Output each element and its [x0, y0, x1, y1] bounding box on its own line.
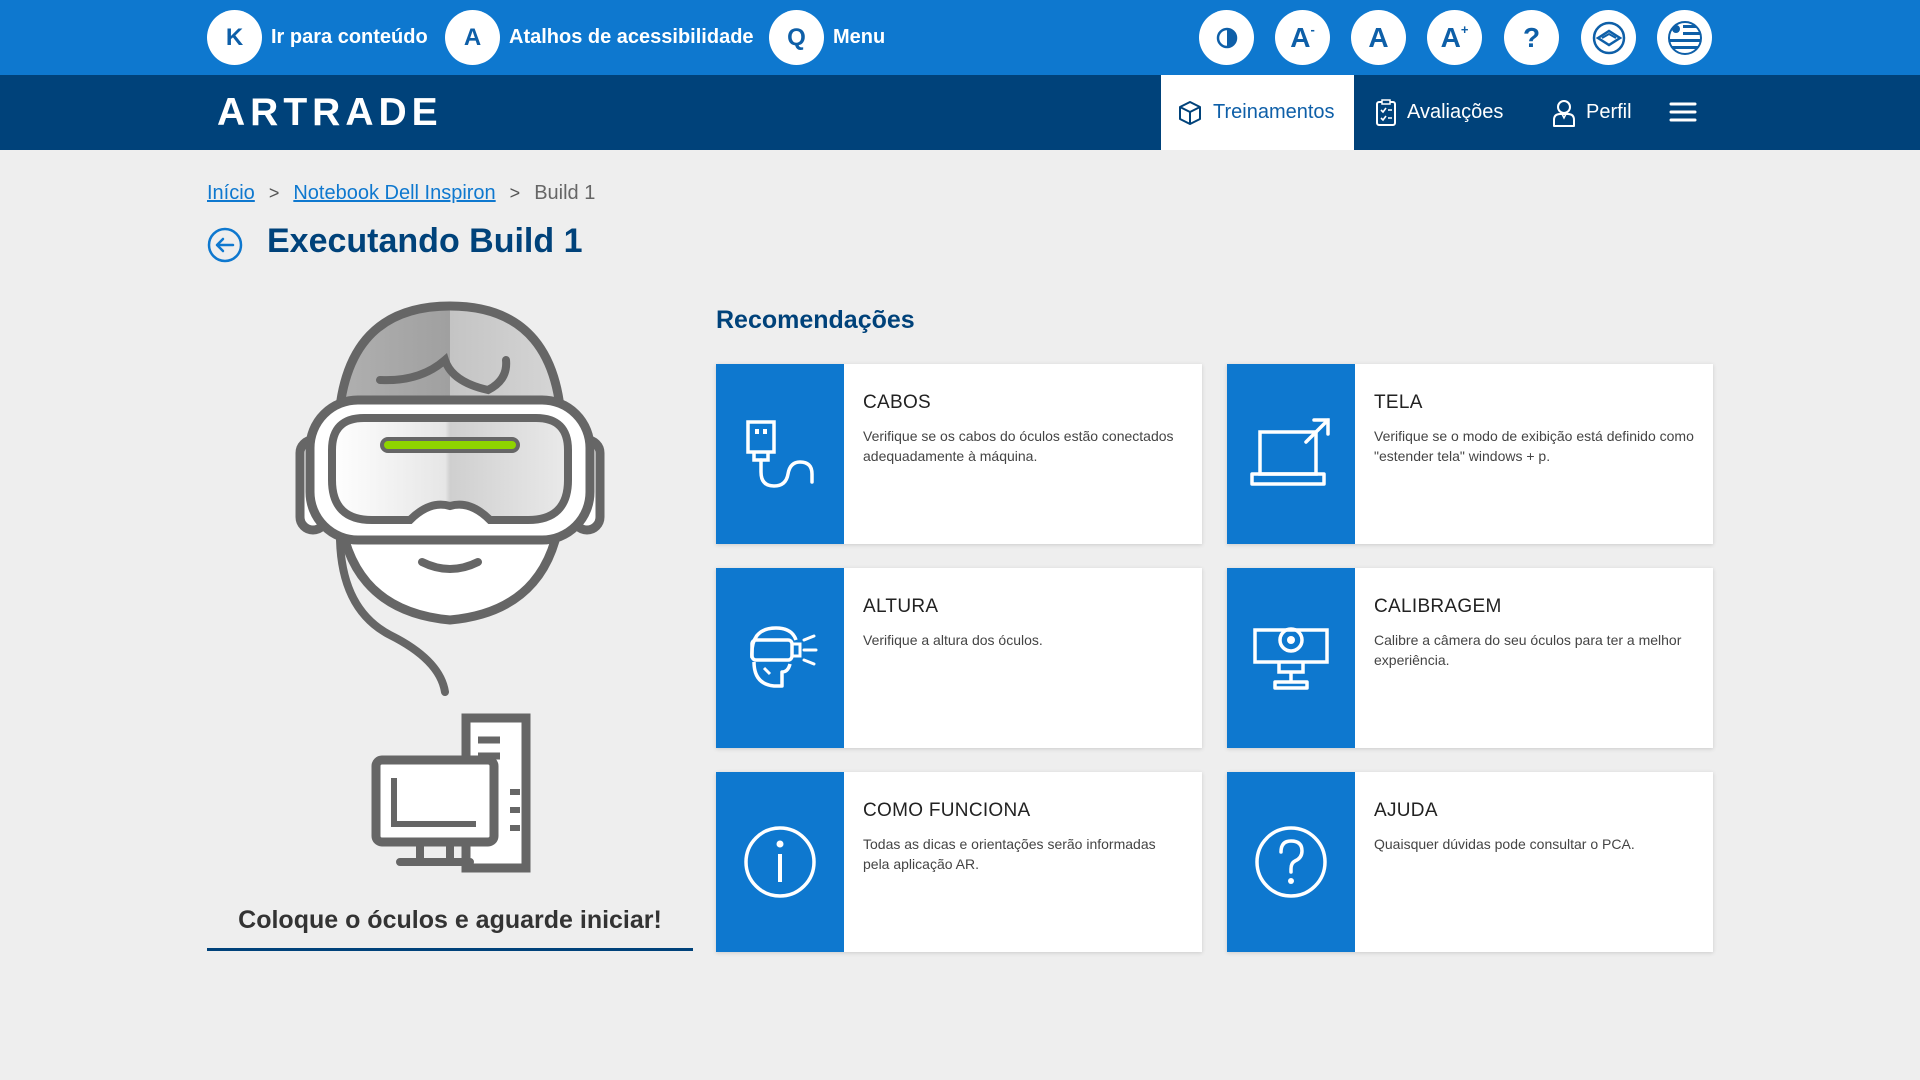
card-text: Verifique se os cabos do óculos estão co… — [863, 428, 1174, 464]
caption-underline — [207, 948, 693, 951]
menu-key: Q — [769, 10, 824, 65]
card-text: Calibre a câmera do seu óculos para ter … — [1374, 632, 1682, 668]
card-icon-box — [716, 568, 844, 748]
accessibility-shortcuts-label: Atalhos de acessibilidade — [509, 26, 754, 48]
contrast-button[interactable] — [1199, 10, 1254, 65]
nav-item-perfil-label: Perfil — [1586, 101, 1632, 123]
card-title: COMO FUNCIONA — [863, 800, 1031, 821]
libras-button[interactable] — [1581, 10, 1636, 65]
contrast-icon — [1216, 27, 1237, 48]
accessibility-bar: K Ir para conteúdo A Atalhos de acessibi… — [0, 0, 1920, 75]
card-text: Quaisquer dúvidas pode consultar o PCA. — [1374, 836, 1635, 852]
breadcrumb-home[interactable]: Início — [207, 182, 255, 205]
breadcrumb-separator: > — [268, 183, 280, 203]
vr-headset-illustration — [295, 301, 605, 873]
info-icon — [744, 826, 816, 898]
help-label: ? — [1522, 21, 1541, 53]
card-ajuda[interactable]: AJUDA Quaisquer dúvidas pode consultar o… — [1227, 772, 1713, 952]
libras-icon — [1592, 21, 1625, 54]
main-navbar: ARTRADE Treinamentos Avaliações Perfil — [0, 75, 1920, 150]
card-icon-box — [1227, 364, 1355, 544]
decrease-font-button[interactable]: A- — [1275, 10, 1330, 65]
card-altura[interactable]: ALTURA Verifique a altura dos óculos. — [716, 568, 1202, 748]
card-title: CALIBRAGEM — [1374, 596, 1502, 617]
flag-uruguay-icon — [1667, 20, 1702, 55]
card-cabos[interactable]: CABOS Verifique se os cabos do óculos es… — [716, 364, 1202, 544]
breadcrumb-current: Build 1 — [534, 182, 596, 204]
card-icon-box — [716, 364, 844, 544]
skip-to-content-key: K — [207, 10, 262, 65]
card-icon-box — [1227, 568, 1355, 748]
card-tela[interactable]: TELA Verifique se o modo de exibição est… — [1227, 364, 1713, 544]
menu-label: Menu — [833, 26, 886, 48]
breadcrumb-separator: > — [509, 183, 521, 203]
card-text: Verifique se o modo de exibição está def… — [1374, 428, 1694, 464]
increase-font-label: A — [1440, 21, 1461, 53]
card-title: ALTURA — [863, 596, 939, 617]
skip-to-content-label: Ir para conteúdo — [271, 26, 428, 48]
decrease-font-label: A — [1290, 21, 1311, 53]
menu-link[interactable]: Q Menu — [769, 10, 885, 65]
cube-icon — [1179, 100, 1201, 125]
card-title: TELA — [1374, 392, 1423, 413]
increase-font-mark: + — [1460, 22, 1469, 37]
card-title: AJUDA — [1374, 800, 1438, 821]
normal-font-label: A — [1368, 21, 1389, 53]
hamburger-icon[interactable] — [1668, 97, 1698, 127]
question-icon — [1255, 826, 1327, 898]
accessibility-shortcuts-key: A — [445, 10, 500, 65]
card-como-funciona[interactable]: COMO FUNCIONA Todas as dicas e orientaçõ… — [716, 772, 1202, 952]
nav-item-avaliacoes[interactable]: Avaliações — [1375, 75, 1503, 150]
breadcrumb: Início > Notebook Dell Inspiron > Build … — [207, 182, 595, 205]
instruction-caption: Coloque o óculos e aguarde iniciar! — [238, 906, 662, 934]
accessibility-shortcuts-link[interactable]: A Atalhos de acessibilidade — [445, 10, 754, 65]
increase-font-button[interactable]: A + — [1427, 10, 1482, 65]
card-icon-box — [1227, 772, 1355, 952]
page-title: Executando Build 1 — [267, 222, 583, 260]
recommendations-title: Recomendações — [716, 306, 915, 334]
nav-item-perfil[interactable]: Perfil — [1552, 75, 1632, 150]
card-icon-box — [716, 772, 844, 952]
skip-to-content-link[interactable]: K Ir para conteúdo — [207, 10, 428, 65]
webcam-icon — [1253, 627, 1329, 690]
brand-logo[interactable]: ARTRADE — [217, 91, 443, 135]
card-text: Todas as dicas e orientações serão infor… — [863, 836, 1156, 872]
laptop-extend-icon — [1250, 418, 1330, 486]
nav-item-treinamentos[interactable]: Treinamentos — [1161, 75, 1354, 150]
card-calibragem[interactable]: CALIBRAGEM Calibre a câmera do seu óculo… — [1227, 568, 1713, 748]
checklist-icon — [1376, 98, 1396, 126]
nav-item-treinamentos-label: Treinamentos — [1213, 101, 1335, 123]
card-title: CABOS — [863, 392, 932, 413]
nav-item-avaliacoes-label: Avaliações — [1407, 101, 1504, 123]
usb-cable-icon — [746, 420, 814, 488]
help-button[interactable]: ? — [1504, 10, 1559, 65]
card-text: Verifique a altura dos óculos. — [863, 632, 1043, 648]
user-icon — [1553, 99, 1575, 127]
breadcrumb-notebook[interactable]: Notebook Dell Inspiron — [293, 182, 495, 205]
decrease-font-mark: - — [1310, 22, 1315, 37]
back-arrow-icon[interactable] — [207, 227, 243, 263]
language-button[interactable] — [1657, 10, 1712, 65]
normal-font-button[interactable]: A — [1351, 10, 1406, 65]
vr-head-icon — [750, 626, 818, 688]
